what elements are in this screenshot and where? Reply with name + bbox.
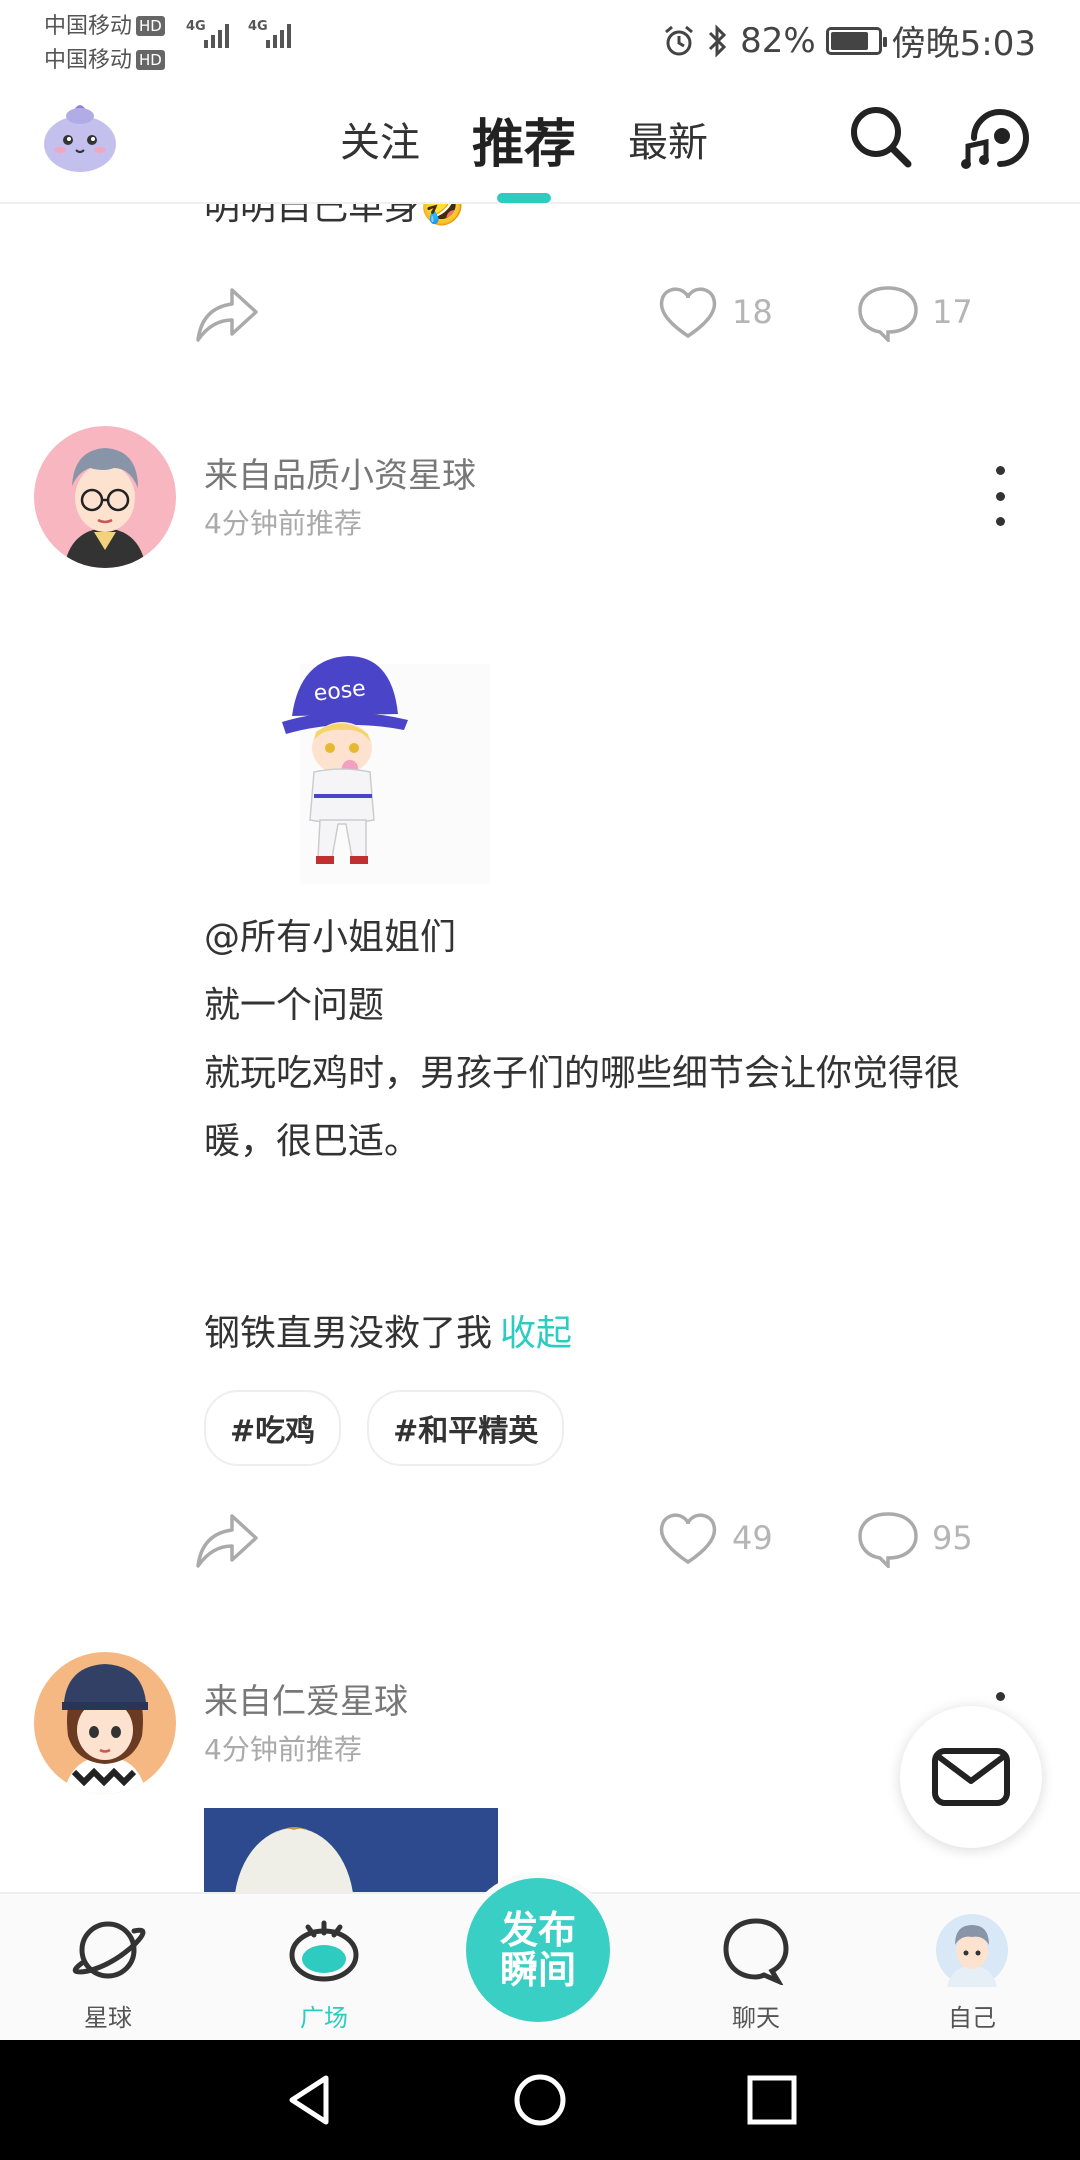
post-tail: 钢铁直男没救了我 收起 — [204, 1304, 572, 1356]
post-line: @所有小姐姐们 — [204, 917, 457, 958]
comment-button[interactable]: 95 — [856, 1508, 973, 1568]
post-time: 4分钟前推荐 — [204, 507, 362, 540]
svg-text:4G: 4G — [248, 19, 268, 34]
tab-following[interactable]: 关注 — [340, 110, 420, 168]
post-tail-text: 钢铁直男没救了我 — [204, 1313, 493, 1354]
post-actions: 49 95 — [0, 1500, 1080, 1580]
tag-chicken-game[interactable]: #吃鸡 — [204, 1390, 342, 1466]
self-avatar-icon — [902, 1910, 1042, 1990]
feed-tabs: 关注 推荐 最新 — [340, 74, 708, 204]
back-icon[interactable] — [282, 2072, 338, 2132]
home-icon[interactable] — [512, 2072, 568, 2132]
avatar[interactable] — [34, 1652, 176, 1794]
square-eye-icon — [254, 1910, 394, 1990]
bottom-navigation: 星球 广场 发布 瞬间 聊天 自己 — [0, 1878, 1080, 2040]
battery-icon — [825, 26, 887, 55]
tab-latest[interactable]: 最新 — [628, 110, 708, 168]
collapse-link[interactable]: 收起 — [500, 1313, 572, 1354]
post-tags: #吃鸡 #和平精英 — [204, 1390, 565, 1466]
mail-icon — [932, 1748, 1010, 1806]
message-button[interactable] — [900, 1706, 1042, 1848]
post-header: 来自品质小资星球 4分钟前推荐 — [0, 426, 1080, 576]
planet-source[interactable]: 来自品质小资星球 — [204, 448, 476, 497]
hd-badge: HD — [136, 50, 165, 70]
battery-percent: 82% — [740, 20, 816, 61]
planet-icon — [38, 1910, 178, 1990]
status-bar: 中国移动 HD 中国移动 HD 4G 4G 82% 傍晚5:03 — [0, 0, 1080, 74]
feed[interactable]: 明明自己单身🤣 18 17 来自品质小资星球 4分钟前推荐 eose @所有小姐… — [0, 204, 1080, 1892]
nav-square[interactable]: 广场 — [254, 1910, 394, 2033]
planet-source[interactable]: 来自仁爱星球 — [204, 1674, 408, 1723]
avatar[interactable] — [34, 426, 176, 568]
tag-peace-elite[interactable]: #和平精英 — [367, 1390, 565, 1466]
comment-count: 95 — [932, 1519, 973, 1557]
comment-icon — [858, 286, 918, 342]
recents-icon[interactable] — [744, 2072, 800, 2132]
top-navigation: 关注 推荐 最新 — [0, 74, 1080, 204]
svg-text:4G: 4G — [186, 19, 206, 34]
hd-badge: HD — [136, 16, 165, 36]
next-post-image[interactable] — [204, 1808, 498, 1892]
heart-icon — [659, 287, 717, 339]
like-button[interactable]: 18 — [656, 282, 773, 342]
like-count: 49 — [732, 1519, 773, 1557]
post-line: 就一个问题 — [204, 985, 385, 1026]
like-count: 18 — [732, 293, 773, 331]
tab-recommended[interactable]: 推荐 — [472, 102, 576, 177]
status-right: 82% 傍晚5:03 — [662, 16, 1036, 65]
mascot-avatar-icon[interactable] — [40, 96, 120, 176]
signal-icons: 4G 4G — [186, 14, 306, 62]
signal-strength-icon: 4G 4G — [186, 19, 291, 48]
carrier-1: 中国移动 HD — [44, 8, 165, 40]
carrier-2: 中国移动 HD — [44, 42, 165, 74]
post-image[interactable]: eose — [280, 644, 510, 884]
bluetooth-icon — [709, 23, 727, 58]
comment-icon — [858, 1512, 918, 1568]
nav-planet[interactable]: 星球 — [38, 1910, 178, 2033]
system-navigation-bar — [0, 2040, 1080, 2160]
share-icon[interactable] — [192, 282, 262, 350]
nav-chat[interactable]: 聊天 — [686, 1910, 826, 2033]
publish-moment-button[interactable]: 发布 瞬间 — [466, 1878, 610, 2022]
post-line: 就玩吃鸡时，男孩子们的哪些细节会让你觉得很 — [204, 1053, 961, 1094]
clock: 傍晚5:03 — [891, 24, 1036, 64]
heart-icon — [659, 1513, 717, 1565]
comment-button[interactable]: 17 — [856, 282, 973, 342]
share-icon[interactable] — [192, 1508, 262, 1576]
like-button[interactable]: 49 — [656, 1508, 773, 1568]
previous-post-text: 明明自己单身🤣 — [204, 204, 465, 228]
alarm-icon — [665, 25, 694, 55]
previous-post-actions: 18 17 — [0, 274, 1080, 354]
comment-count: 17 — [932, 293, 973, 331]
post-time: 4分钟前推荐 — [204, 1733, 362, 1766]
chat-icon — [686, 1910, 826, 1990]
search-icon[interactable] — [846, 102, 916, 176]
more-options-icon[interactable] — [984, 466, 1016, 526]
post-line: 暖，很巴适。 — [204, 1121, 421, 1162]
music-voice-icon[interactable] — [958, 102, 1038, 176]
nav-self[interactable]: 自己 — [902, 1910, 1042, 2033]
post-body: @所有小姐姐们 就一个问题 就玩吃鸡时，男孩子们的哪些细节会让你觉得很 暖，很巴… — [204, 904, 1024, 1176]
